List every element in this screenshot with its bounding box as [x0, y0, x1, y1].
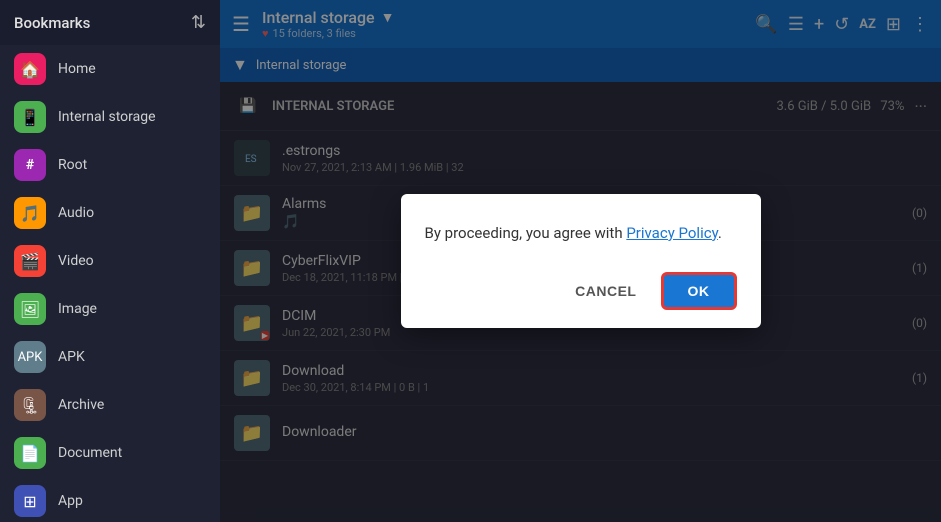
video-icon: 🎬: [14, 245, 46, 277]
dialog-actions: CANCEL OK: [425, 272, 737, 310]
privacy-dialog: By proceeding, you agree with Privacy Po…: [401, 194, 761, 329]
sidebar-header: Bookmarks ⇅: [0, 0, 220, 45]
sidebar-item-apk[interactable]: APK APK: [0, 333, 220, 381]
sidebar-label-apk: APK: [58, 349, 85, 365]
sidebar-item-audio[interactable]: 🎵 Audio: [0, 189, 220, 237]
archive-icon: 🗜: [14, 389, 46, 421]
sidebar-label-internal-storage: Internal storage: [58, 109, 156, 125]
sidebar-item-app[interactable]: ⊞ App: [0, 477, 220, 522]
sidebar: Bookmarks ⇅ 🏠 Home 📱 Internal storage # …: [0, 0, 220, 522]
sidebar-label-root: Root: [58, 157, 87, 173]
root-icon: #: [14, 149, 46, 181]
apk-icon: APK: [14, 341, 46, 373]
document-icon: 📄: [14, 437, 46, 469]
modal-overlay: By proceeding, you agree with Privacy Po…: [220, 0, 941, 522]
sidebar-item-image[interactable]: 🖼 Image: [0, 285, 220, 333]
app-icon: ⊞: [14, 485, 46, 517]
audio-icon: 🎵: [14, 197, 46, 229]
sidebar-label-audio: Audio: [58, 205, 94, 221]
sidebar-sort-icon[interactable]: ⇅: [191, 12, 206, 33]
sidebar-label-video: Video: [58, 253, 94, 269]
privacy-policy-link[interactable]: Privacy Policy: [626, 224, 718, 242]
sidebar-item-document[interactable]: 📄 Document: [0, 429, 220, 477]
sidebar-item-home[interactable]: 🏠 Home: [0, 45, 220, 93]
sidebar-item-video[interactable]: 🎬 Video: [0, 237, 220, 285]
sidebar-label-app: App: [58, 493, 83, 509]
sidebar-label-archive: Archive: [58, 397, 104, 413]
sidebar-label-document: Document: [58, 445, 122, 461]
sidebar-item-internal-storage[interactable]: 📱 Internal storage: [0, 93, 220, 141]
main-area: ☰ Internal storage ▼ ♥ 15 folders, 3 fil…: [220, 0, 941, 522]
sidebar-label-home: Home: [58, 61, 96, 77]
sidebar-label-image: Image: [58, 301, 97, 317]
sidebar-item-root[interactable]: # Root: [0, 141, 220, 189]
image-icon: 🖼: [14, 293, 46, 325]
cancel-button[interactable]: CANCEL: [559, 275, 652, 307]
ok-button[interactable]: OK: [661, 272, 737, 310]
sidebar-title: Bookmarks: [14, 14, 90, 32]
internal-storage-icon: 📱: [14, 101, 46, 133]
sidebar-item-archive[interactable]: 🗜 Archive: [0, 381, 220, 429]
dialog-message: By proceeding, you agree with Privacy Po…: [425, 222, 737, 245]
home-icon: 🏠: [14, 53, 46, 85]
